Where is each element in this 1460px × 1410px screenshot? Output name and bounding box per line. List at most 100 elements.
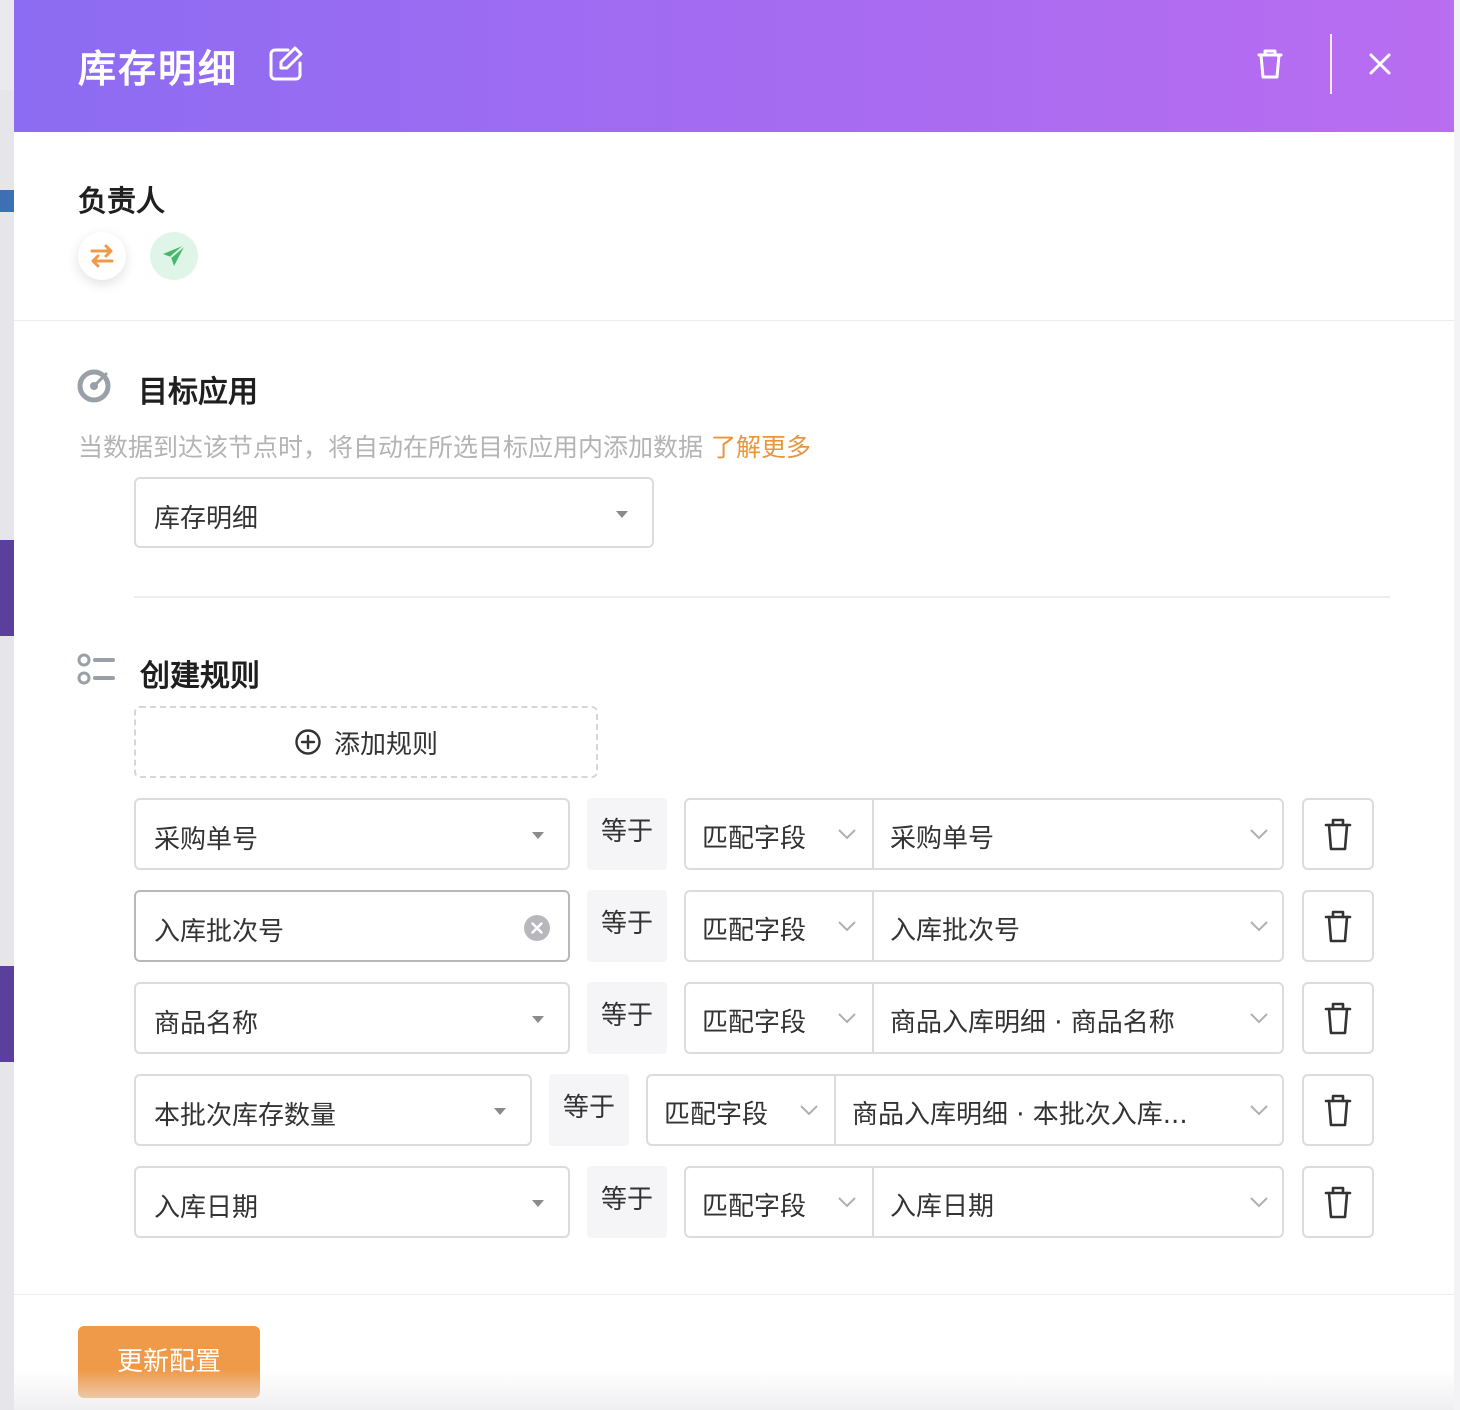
rule-match-type-select[interactable]: 匹配字段 [648, 1076, 836, 1144]
chevron-down-icon [1250, 1013, 1268, 1024]
chevron-down-icon [1250, 1105, 1268, 1116]
rule-match-value: 商品入库明细 · 商品名称 [890, 1008, 1175, 1038]
rule-match-value-select[interactable]: 入库日期 [876, 1168, 1282, 1236]
rule-match-value: 入库日期 [890, 1192, 995, 1222]
rule-delete-button[interactable] [1302, 1074, 1374, 1146]
rule-match-value: 入库批次号 [890, 916, 1021, 946]
rules-list-icon [77, 653, 115, 685]
caret-down-icon [532, 1016, 544, 1023]
rule-row: 入库批次号 等于 匹配字段 入库批次号 [14, 890, 1454, 962]
rule-field-value: 采购单号 [154, 825, 259, 855]
section-divider [134, 596, 1390, 598]
caret-down-icon [494, 1108, 506, 1115]
rule-field-value: 入库批次号 [154, 917, 285, 947]
caret-down-icon [532, 832, 544, 839]
rule-match-type-value: 匹配字段 [702, 824, 807, 854]
chevron-down-icon [800, 1105, 818, 1116]
rule-delete-button[interactable] [1302, 982, 1374, 1054]
rule-operator: 等于 [587, 982, 667, 1054]
rule-match-value-select[interactable]: 商品入库明细 · 本批次入库... [838, 1076, 1282, 1144]
rule-match-type-select[interactable]: 匹配字段 [686, 1168, 874, 1236]
update-config-button[interactable]: 更新配置 [78, 1326, 260, 1398]
chevron-down-icon [838, 921, 856, 932]
target-app-title: 目标应用 [138, 375, 258, 410]
plus-circle-icon [295, 729, 321, 755]
rule-operator: 等于 [587, 1166, 667, 1238]
trash-icon [1324, 818, 1352, 851]
rule-match-group: 匹配字段 入库日期 [684, 1166, 1284, 1238]
trash-icon [1324, 1002, 1352, 1035]
target-app-description: 当数据到达该节点时，将自动在所选目标应用内添加数据 了解更多 [78, 428, 811, 464]
rule-field-value: 本批次库存数量 [154, 1101, 337, 1131]
rule-operator: 等于 [587, 890, 667, 962]
rule-field-select[interactable]: 本批次库存数量 [134, 1074, 532, 1146]
target-description-text: 当数据到达该节点时，将自动在所选目标应用内添加数据 [78, 433, 704, 462]
panel-header: 库存明细 [14, 0, 1454, 132]
rule-match-value-select[interactable]: 商品入库明细 · 商品名称 [876, 984, 1282, 1052]
chevron-down-icon [1250, 921, 1268, 932]
rule-delete-button[interactable] [1302, 798, 1374, 870]
rule-match-value: 商品入库明细 · 本批次入库... [852, 1100, 1188, 1130]
swap-icon [90, 244, 114, 268]
rule-match-type-select[interactable]: 匹配字段 [686, 984, 874, 1052]
rule-row: 采购单号 等于 匹配字段 采购单号 [14, 798, 1454, 870]
create-rules-title: 创建规则 [140, 659, 260, 694]
rule-field-value: 商品名称 [154, 1009, 259, 1039]
rule-match-group: 匹配字段 商品入库明细 · 本批次入库... [646, 1074, 1284, 1146]
rule-operator: 等于 [549, 1074, 629, 1146]
rule-field-input[interactable]: 入库批次号 [134, 890, 570, 962]
trash-icon [1324, 1186, 1352, 1219]
rule-match-group: 匹配字段 商品入库明细 · 商品名称 [684, 982, 1284, 1054]
caret-down-icon [532, 1200, 544, 1207]
rule-field-select[interactable]: 采购单号 [134, 798, 570, 870]
rule-delete-button[interactable] [1302, 890, 1374, 962]
add-rule-label: 添加规则 [333, 729, 438, 760]
learn-more-link[interactable]: 了解更多 [711, 433, 811, 462]
chevron-down-icon [838, 1013, 856, 1024]
panel-title: 库存明细 [78, 47, 239, 91]
chevron-down-icon [1250, 829, 1268, 840]
rule-match-type-value: 匹配字段 [664, 1100, 769, 1130]
target-icon [77, 369, 111, 403]
rule-field-select[interactable]: 入库日期 [134, 1166, 570, 1238]
rule-field-select[interactable]: 商品名称 [134, 982, 570, 1054]
rule-match-type-value: 匹配字段 [702, 916, 807, 946]
rule-match-type-value: 匹配字段 [702, 1192, 807, 1222]
rule-match-group: 匹配字段 入库批次号 [684, 890, 1284, 962]
trash-icon[interactable] [1250, 44, 1290, 84]
chevron-down-icon [838, 829, 856, 840]
rule-match-group: 匹配字段 采购单号 [684, 798, 1284, 870]
background-page [0, 0, 14, 1410]
panel-edge [1454, 0, 1460, 1410]
rule-delete-button[interactable] [1302, 1166, 1374, 1238]
target-app-value: 库存明细 [154, 504, 259, 534]
trash-icon [1324, 1094, 1352, 1127]
rule-row: 入库日期 等于 匹配字段 入库日期 [14, 1166, 1454, 1238]
rule-match-value: 采购单号 [890, 824, 995, 854]
owner-label: 负责人 [78, 184, 166, 218]
rule-match-value-select[interactable]: 入库批次号 [876, 892, 1282, 960]
target-app-select[interactable]: 库存明细 [134, 477, 654, 548]
rule-match-value-select[interactable]: 采购单号 [876, 800, 1282, 868]
trash-icon [1324, 910, 1352, 943]
owner-send-button[interactable] [150, 232, 198, 280]
rule-field-value: 入库日期 [154, 1193, 259, 1223]
config-panel: 库存明细 负责人 目标应用 当数据到达该节点时，将自动在所选目标应用内添加数据 … [14, 0, 1454, 1410]
rule-operator: 等于 [587, 798, 667, 870]
footer-divider [14, 1294, 1454, 1295]
caret-down-icon [616, 511, 628, 518]
header-divider [1330, 34, 1332, 94]
rule-row: 商品名称 等于 匹配字段 商品入库明细 · 商品名称 [14, 982, 1454, 1054]
send-icon [163, 244, 186, 266]
edit-icon[interactable] [266, 44, 306, 84]
owner-swap-button[interactable] [78, 232, 126, 280]
section-divider [14, 320, 1454, 321]
rule-match-type-select[interactable]: 匹配字段 [686, 800, 874, 868]
add-rule-button[interactable]: 添加规则 [134, 706, 598, 778]
close-icon[interactable] [1362, 46, 1398, 82]
chevron-down-icon [1250, 1197, 1268, 1208]
rule-match-type-select[interactable]: 匹配字段 [686, 892, 874, 960]
rule-row: 本批次库存数量 等于 匹配字段 商品入库明细 · 本批次入库... [14, 1074, 1454, 1146]
clear-icon[interactable] [524, 915, 550, 941]
rule-match-type-value: 匹配字段 [702, 1008, 807, 1038]
